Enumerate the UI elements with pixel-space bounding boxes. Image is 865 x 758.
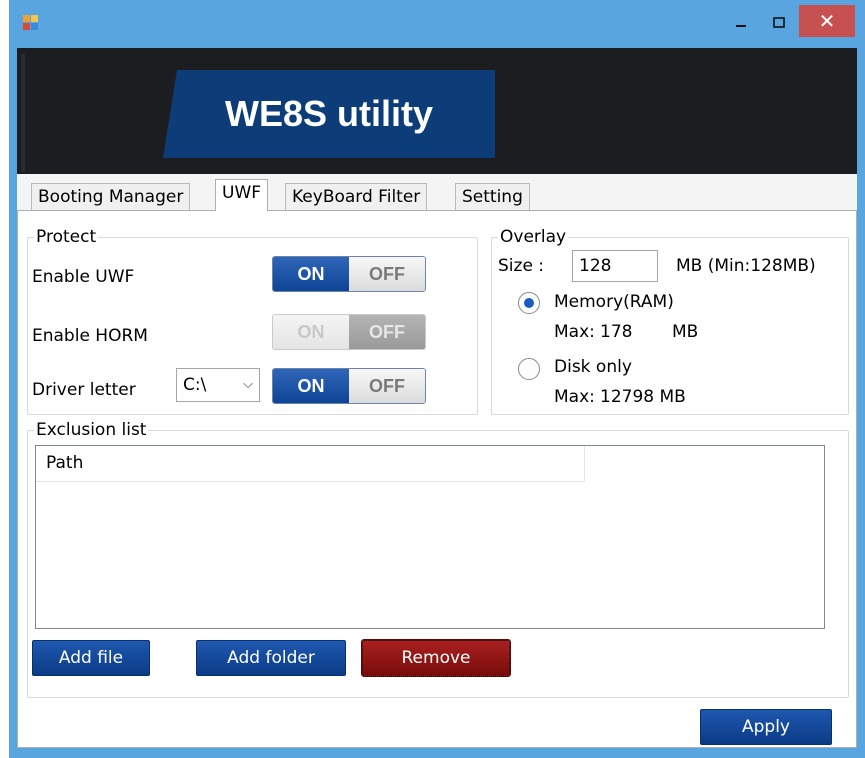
close-icon: ✕ (818, 9, 836, 33)
tab-setting[interactable]: Setting (455, 183, 530, 210)
tab-booting-manager[interactable]: Booting Manager (31, 183, 191, 210)
exclusion-path-list[interactable]: Path (35, 445, 825, 629)
driver-letter-on[interactable]: ON (273, 369, 349, 403)
enable-uwf-on[interactable]: ON (273, 257, 349, 291)
path-column-label: Path (46, 453, 84, 473)
size-unit: MB (Min:128MB) (676, 256, 816, 276)
app-icon (23, 15, 39, 31)
overlay-group: Overlay Size : 128 MB (Min:128MB) Memory… (491, 226, 849, 415)
driver-letter-select[interactable]: C:\ ⌵ (176, 368, 260, 402)
enable-uwf-label: Enable UWF (32, 267, 135, 287)
tab-keyboard-filter[interactable]: KeyBoard Filter (285, 183, 428, 210)
memory-radio[interactable] (518, 292, 540, 314)
memory-label[interactable]: Memory(RAM) (554, 291, 674, 313)
enable-horm-off: OFF (349, 315, 425, 349)
apply-button[interactable]: Apply (700, 709, 832, 745)
memory-radio-dot (524, 298, 534, 308)
close-button[interactable]: ✕ (799, 5, 855, 37)
disk-max-label: Max: (554, 387, 595, 407)
app-window: ✕ WE8S utility Booting Manager UWF KeyBo… (9, 0, 865, 758)
maximize-button[interactable] (761, 8, 797, 38)
enable-uwf-toggle[interactable]: ON OFF (272, 256, 426, 292)
memory-max-unit: MB (672, 322, 699, 342)
maximize-icon (773, 17, 785, 28)
header-banner: WE8S utility (17, 48, 857, 174)
protect-group: Protect Enable UWF ON OFF Enable HORM ON… (27, 226, 478, 415)
driver-letter-toggle[interactable]: ON OFF (272, 368, 426, 404)
enable-horm-label: Enable HORM (32, 326, 148, 346)
minimize-button[interactable] (723, 8, 759, 38)
exclusion-legend: Exclusion list (34, 419, 149, 441)
disk-max-value: 12798 MB (600, 387, 686, 407)
uwf-tab-panel: Protect Enable UWF ON OFF Enable HORM ON… (17, 210, 857, 748)
disk-label[interactable]: Disk only (554, 356, 632, 378)
client-area: WE8S utility Booting Manager UWF KeyBoar… (17, 48, 857, 748)
enable-horm-toggle: ON OFF (272, 314, 426, 350)
protect-legend: Protect (34, 226, 99, 248)
banner-title: WE8S utility (224, 93, 434, 134)
path-column-header[interactable]: Path (36, 446, 584, 482)
driver-letter-label: Driver letter (32, 380, 136, 400)
tab-uwf[interactable]: UWF (215, 179, 269, 211)
size-value: 128 (579, 256, 612, 276)
size-input[interactable]: 128 (572, 250, 658, 282)
disk-radio[interactable] (518, 358, 540, 380)
overlay-legend: Overlay (498, 226, 569, 248)
banner-title-box: WE8S utility (163, 70, 495, 158)
memory-max-label: Max: (554, 322, 595, 342)
enable-uwf-off[interactable]: OFF (349, 257, 425, 291)
add-file-button[interactable]: Add file (32, 640, 150, 676)
exclusion-group: Exclusion list Path Add file Add folder … (27, 419, 849, 698)
enable-horm-on: ON (273, 315, 349, 349)
title-bar[interactable]: ✕ (9, 0, 865, 48)
add-folder-button[interactable]: Add folder (196, 640, 346, 676)
column-separator (584, 446, 585, 482)
minimize-icon (736, 25, 746, 27)
memory-max-value: 178 (600, 322, 633, 342)
driver-letter-off[interactable]: OFF (349, 369, 425, 403)
remove-button[interactable]: Remove (361, 639, 511, 677)
size-label: Size : (498, 256, 545, 276)
chevron-down-icon: ⌵ (243, 377, 253, 392)
driver-letter-value: C:\ (183, 375, 207, 395)
banner-edge (21, 54, 25, 172)
